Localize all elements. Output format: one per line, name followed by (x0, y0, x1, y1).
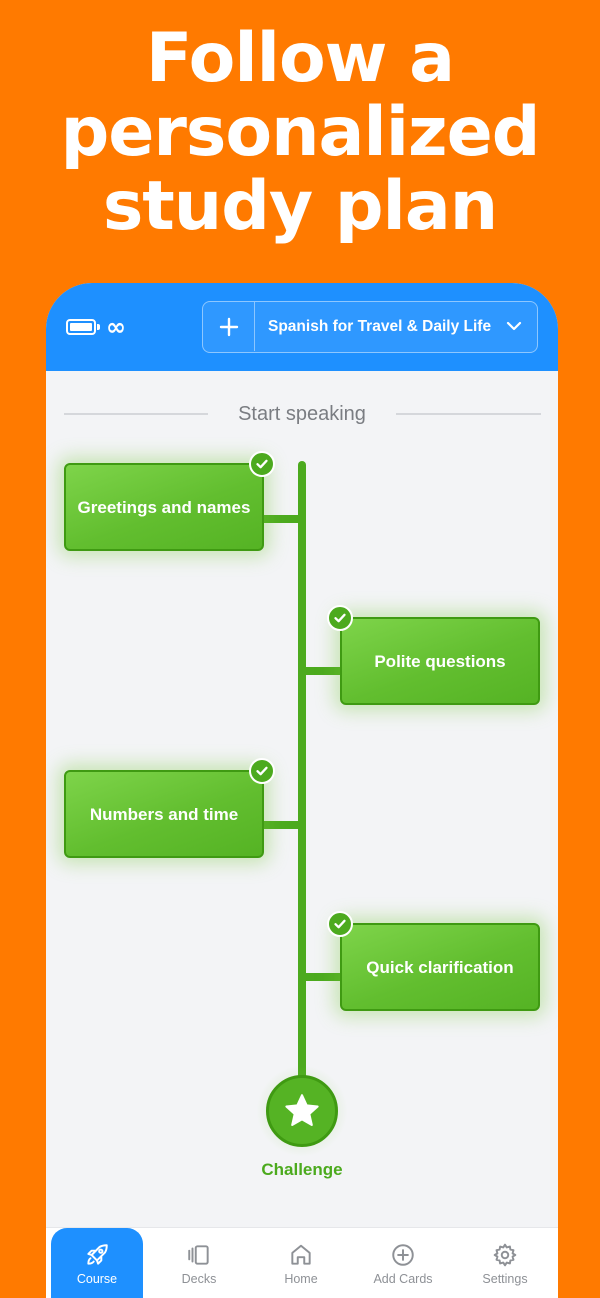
path-branch (260, 515, 302, 523)
tab-decks[interactable]: Decks (148, 1228, 250, 1298)
lesson-card[interactable]: Greetings and names (64, 463, 264, 551)
tab-label: Settings (482, 1271, 528, 1286)
challenge-button[interactable] (266, 1075, 338, 1147)
headline-line-3: study plan (102, 167, 498, 246)
lesson-label: Numbers and time (89, 804, 239, 824)
bottom-tab-bar: Course Decks Home Add Cards Settings (46, 1227, 558, 1298)
home-icon (291, 1244, 311, 1265)
lesson-label: Quick clarification (366, 957, 514, 977)
tab-add-cards[interactable]: Add Cards (352, 1228, 454, 1298)
challenge-label: Challenge (261, 1160, 343, 1179)
promo-headline: Follow a personalized study plan (0, 22, 600, 244)
course-selector[interactable]: Spanish for Travel & Daily Life (202, 301, 538, 353)
plus-circle-icon (392, 1243, 414, 1266)
check-icon (327, 605, 353, 631)
tab-settings[interactable]: Settings (454, 1228, 556, 1298)
infinity-icon: ∞ (106, 313, 126, 341)
chevron-down-icon[interactable] (505, 317, 523, 335)
path-branch (302, 667, 344, 675)
plus-icon (219, 317, 238, 336)
gear-icon (493, 1243, 517, 1266)
phone-screen: ∞ Spanish for Travel & Daily Life Start … (46, 283, 558, 1298)
tab-home[interactable]: Home (250, 1228, 352, 1298)
check-icon (249, 758, 275, 784)
lesson-label: Polite questions (374, 651, 506, 671)
lesson-label: Greetings and names (77, 497, 251, 517)
add-course-button[interactable] (203, 302, 255, 351)
course-name: Spanish for Travel & Daily Life (268, 318, 492, 335)
tab-label: Add Cards (373, 1271, 433, 1286)
tab-label: Home (284, 1271, 318, 1286)
lesson-card[interactable]: Polite questions (340, 617, 540, 705)
battery-icon (66, 319, 100, 335)
path-branch (302, 973, 344, 981)
tab-label: Course (76, 1271, 118, 1286)
section-divider-right (396, 413, 541, 415)
check-icon (249, 451, 275, 477)
lesson-card[interactable]: Numbers and time (64, 770, 264, 858)
tab-course[interactable]: Course (51, 1228, 143, 1298)
headline-line-1: Follow a (145, 19, 455, 98)
top-bar: ∞ Spanish for Travel & Daily Life (46, 283, 558, 371)
headline-line-2: personalized (60, 93, 541, 172)
check-icon (327, 911, 353, 937)
tab-label: Decks (181, 1271, 217, 1286)
cards-icon (188, 1244, 209, 1265)
path-branch (260, 821, 302, 829)
lesson-card[interactable]: Quick clarification (340, 923, 540, 1011)
path-trunk (298, 461, 306, 1091)
star-icon (285, 1094, 319, 1126)
rocket-icon (87, 1243, 108, 1265)
